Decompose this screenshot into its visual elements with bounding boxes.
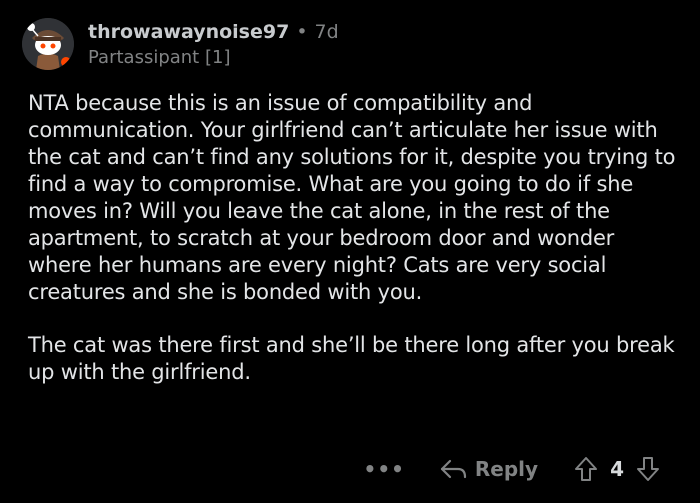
upvote-button[interactable] — [574, 456, 598, 482]
reply-label: Reply — [474, 457, 539, 481]
reply-button[interactable]: Reply — [439, 457, 538, 481]
username[interactable]: throwawaynoise97 — [88, 20, 289, 44]
downvote-button[interactable] — [636, 456, 660, 482]
upvote-arrow-icon — [575, 457, 598, 481]
user-avatar[interactable] — [22, 18, 74, 70]
snoo-avatar-icon — [22, 18, 74, 70]
comment-age: 7d — [314, 20, 339, 43]
comment-paragraph-2: The cat was there first and she’ll be th… — [28, 333, 675, 384]
user-flair: Partassipant [1] — [88, 46, 231, 68]
vote-score: 4 — [610, 457, 624, 481]
comment-meta: throwawaynoise97 • 7d Partassipant [1] — [88, 20, 339, 69]
meta-top-row: throwawaynoise97 • 7d — [88, 20, 339, 44]
comment-header: throwawaynoise97 • 7d Partassipant [1] — [22, 14, 339, 74]
comment-paragraph-1: NTA because this is an issue of compatib… — [28, 91, 676, 304]
reply-arrow-icon — [440, 459, 466, 479]
vote-controls: 4 — [574, 456, 660, 482]
comment-body: NTA because this is an issue of compatib… — [28, 90, 678, 412]
comment-actions: ••• Reply 4 — [364, 452, 660, 486]
meta-separator: • — [296, 20, 308, 43]
downvote-arrow-icon — [637, 457, 659, 481]
comment: throwawaynoise97 • 7d Partassipant [1] N… — [0, 0, 700, 503]
more-options-button[interactable]: ••• — [364, 457, 405, 481]
